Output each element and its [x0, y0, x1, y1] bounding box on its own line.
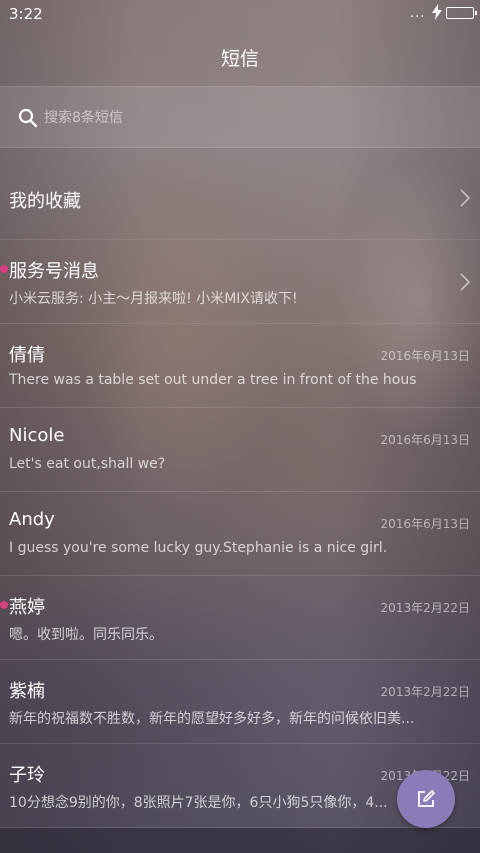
conversation-date: 2013年2月22日: [380, 685, 470, 699]
conversation-title: 燕婷: [9, 597, 45, 618]
compose-icon: [416, 789, 436, 809]
conversation-row[interactable]: 紫楠新年的祝福数不胜数，新年的愿望好多好多，新年的问候依旧美... 2013年2月…: [0, 660, 480, 744]
compose-button[interactable]: [397, 770, 455, 828]
status-bar: 3:22 ...: [0, 0, 480, 28]
search-input[interactable]: [44, 105, 444, 131]
conversation-row[interactable]: Nicole Let's eat out,shall we? 2016年6月13日: [0, 408, 480, 492]
conversation-title: Nicole: [9, 425, 65, 446]
search-icon: [18, 108, 38, 128]
chevron-right-icon: [460, 189, 471, 207]
conversation-row[interactable]: 我的收藏: [0, 156, 480, 240]
unread-dot: [0, 601, 8, 609]
signal-dots: ...: [410, 6, 426, 21]
conversation-title: 子玲: [9, 765, 45, 786]
page-title: 短信: [220, 48, 259, 70]
conversation-title: Andy: [9, 509, 55, 530]
unread-dot: [0, 265, 8, 273]
bottom-bar: [0, 828, 480, 853]
conversation-title: 我的收藏: [9, 191, 81, 212]
conversation-date: 2016年6月13日: [380, 433, 470, 447]
conversation-preview: There was a table set out under a tree i…: [9, 372, 417, 388]
conversation-preview: 嗯。收到啦。同乐同乐。: [9, 627, 163, 643]
conversation-title: 紫楠: [9, 681, 45, 702]
conversation-title: 倩倩: [9, 345, 45, 366]
conversation-preview: 新年的祝福数不胜数，新年的愿望好多好多，新年的问候依旧美...: [9, 711, 415, 727]
conversation-title: 服务号消息: [9, 261, 99, 282]
conversation-preview: 10分想念9别的你，8张照片7张是你，6只小狗5只像你，4...: [9, 795, 388, 811]
conversation-date: 2016年6月13日: [380, 349, 470, 363]
bolt-icon: [432, 4, 442, 24]
conversation-list: 我的收藏服务号消息小米云服务: 小主～月报来啦! 小米MIX请收下! 倩倩 Ther…: [0, 156, 480, 828]
battery-icon: [446, 7, 477, 19]
chevron-right-icon: [460, 273, 471, 291]
conversation-preview: 小米云服务: 小主～月报来啦! 小米MIX请收下!: [9, 291, 298, 307]
conversation-row[interactable]: 服务号消息小米云服务: 小主～月报来啦! 小米MIX请收下!: [0, 240, 480, 324]
conversation-date: 2016年6月13日: [380, 517, 470, 531]
status-time: 3:22: [9, 5, 43, 23]
conversation-preview: Let's eat out,shall we?: [9, 456, 166, 472]
conversation-date: 2013年2月22日: [380, 601, 470, 615]
conversation-row[interactable]: 倩倩 There was a table set out under a tree…: [0, 324, 480, 408]
conversation-row[interactable]: Andy I guess you're some lucky guy.Stepha…: [0, 492, 480, 576]
search-bar[interactable]: [0, 86, 480, 148]
conversation-preview: I guess you're some lucky guy.Stephanie …: [9, 540, 388, 556]
conversation-row[interactable]: 燕婷嗯。收到啦。同乐同乐。 2013年2月22日: [0, 576, 480, 660]
